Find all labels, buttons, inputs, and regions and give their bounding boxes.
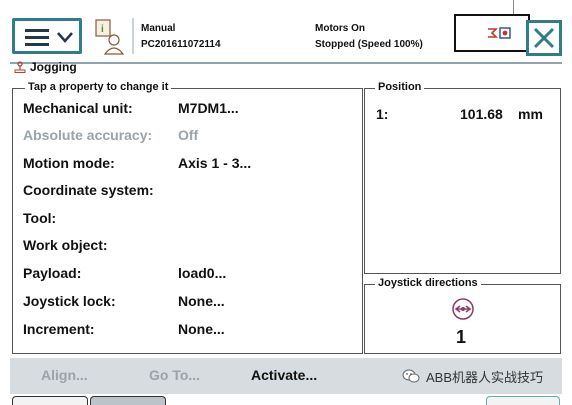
controller-name: PC201611072114 bbox=[141, 39, 221, 50]
property-payload[interactable]: Payload: load0... bbox=[23, 265, 353, 283]
joystick-panel: Joystick directions 1 bbox=[364, 277, 561, 354]
command-bar: Align... Go To... Activate... ABB机器人实战技巧 bbox=[10, 358, 562, 394]
property-mechanical-unit[interactable]: Mechanical unit: M7DM1... bbox=[23, 100, 353, 118]
property-absolute-accuracy: Absolute accuracy: Off bbox=[23, 127, 353, 145]
chevron-down-icon bbox=[57, 32, 73, 43]
close-button[interactable] bbox=[526, 20, 562, 56]
abb-menu-button[interactable] bbox=[12, 18, 82, 54]
property-label: Payload: bbox=[23, 265, 82, 281]
jogging-icon bbox=[14, 61, 26, 73]
properties-panel: Tap a property to change it Mechanical u… bbox=[12, 81, 363, 354]
property-label: Coordinate system: bbox=[23, 182, 154, 198]
close-icon bbox=[533, 27, 555, 49]
wechat-icon bbox=[402, 369, 420, 383]
property-value: None... bbox=[178, 293, 225, 309]
divider bbox=[132, 18, 134, 54]
operating-mode: Manual bbox=[141, 23, 176, 34]
property-value: load0... bbox=[178, 265, 227, 281]
property-value: Off bbox=[178, 127, 199, 143]
taskbar-tab[interactable] bbox=[90, 396, 166, 405]
page-title-label: Jogging bbox=[30, 60, 77, 74]
property-motion-mode[interactable]: Motion mode: Axis 1 - 3... bbox=[23, 155, 353, 173]
activate-button[interactable]: Activate... bbox=[251, 367, 317, 383]
property-label: Joystick lock: bbox=[23, 293, 116, 309]
property-value: None... bbox=[178, 321, 225, 337]
property-tool[interactable]: Tool: bbox=[23, 210, 353, 228]
controller-status-icon[interactable]: i bbox=[94, 18, 128, 56]
joystick-legend: Joystick directions bbox=[375, 277, 481, 289]
position-value: 101.68 bbox=[460, 106, 503, 122]
divider bbox=[513, 0, 514, 14]
property-label: Mechanical unit: bbox=[23, 100, 133, 116]
motors-status: Motors On bbox=[315, 23, 365, 34]
property-label: Absolute accuracy: bbox=[23, 127, 153, 143]
goto-button[interactable]: Go To... bbox=[149, 367, 200, 383]
property-label: Motion mode: bbox=[23, 155, 115, 171]
property-joystick-lock[interactable]: Joystick lock: None... bbox=[23, 293, 353, 311]
property-coordinate-system[interactable]: Coordinate system: bbox=[23, 182, 353, 200]
taskbar-tab[interactable] bbox=[12, 396, 88, 405]
hamburger-icon bbox=[25, 29, 49, 47]
joystick-axis-number: 1 bbox=[456, 327, 467, 347]
property-label: Work object: bbox=[23, 237, 108, 253]
position-axis: 1: bbox=[376, 106, 389, 122]
position-panel: Position 1: 101.68 mm bbox=[364, 81, 561, 274]
joystick-direction-icon bbox=[452, 298, 474, 320]
robot-task-icon bbox=[488, 27, 511, 39]
properties-legend: Tap a property to change it bbox=[25, 81, 172, 93]
property-increment[interactable]: Increment: None... bbox=[23, 321, 353, 339]
taskbar-tab[interactable] bbox=[486, 396, 560, 405]
property-value: Axis 1 - 3... bbox=[178, 155, 252, 171]
svg-text:i: i bbox=[101, 24, 104, 35]
property-label: Tool: bbox=[23, 210, 57, 226]
property-value: M7DM1... bbox=[178, 100, 239, 116]
property-label: Increment: bbox=[23, 321, 95, 337]
watermark-text: ABB机器人实战技巧 bbox=[426, 370, 544, 385]
program-state: Stopped (Speed 100%) bbox=[315, 39, 423, 50]
task-indicator[interactable] bbox=[454, 14, 530, 52]
align-button[interactable]: Align... bbox=[41, 367, 88, 383]
property-work-object[interactable]: Work object: bbox=[23, 237, 353, 255]
position-legend: Position bbox=[375, 81, 425, 93]
position-unit: mm bbox=[518, 106, 543, 122]
